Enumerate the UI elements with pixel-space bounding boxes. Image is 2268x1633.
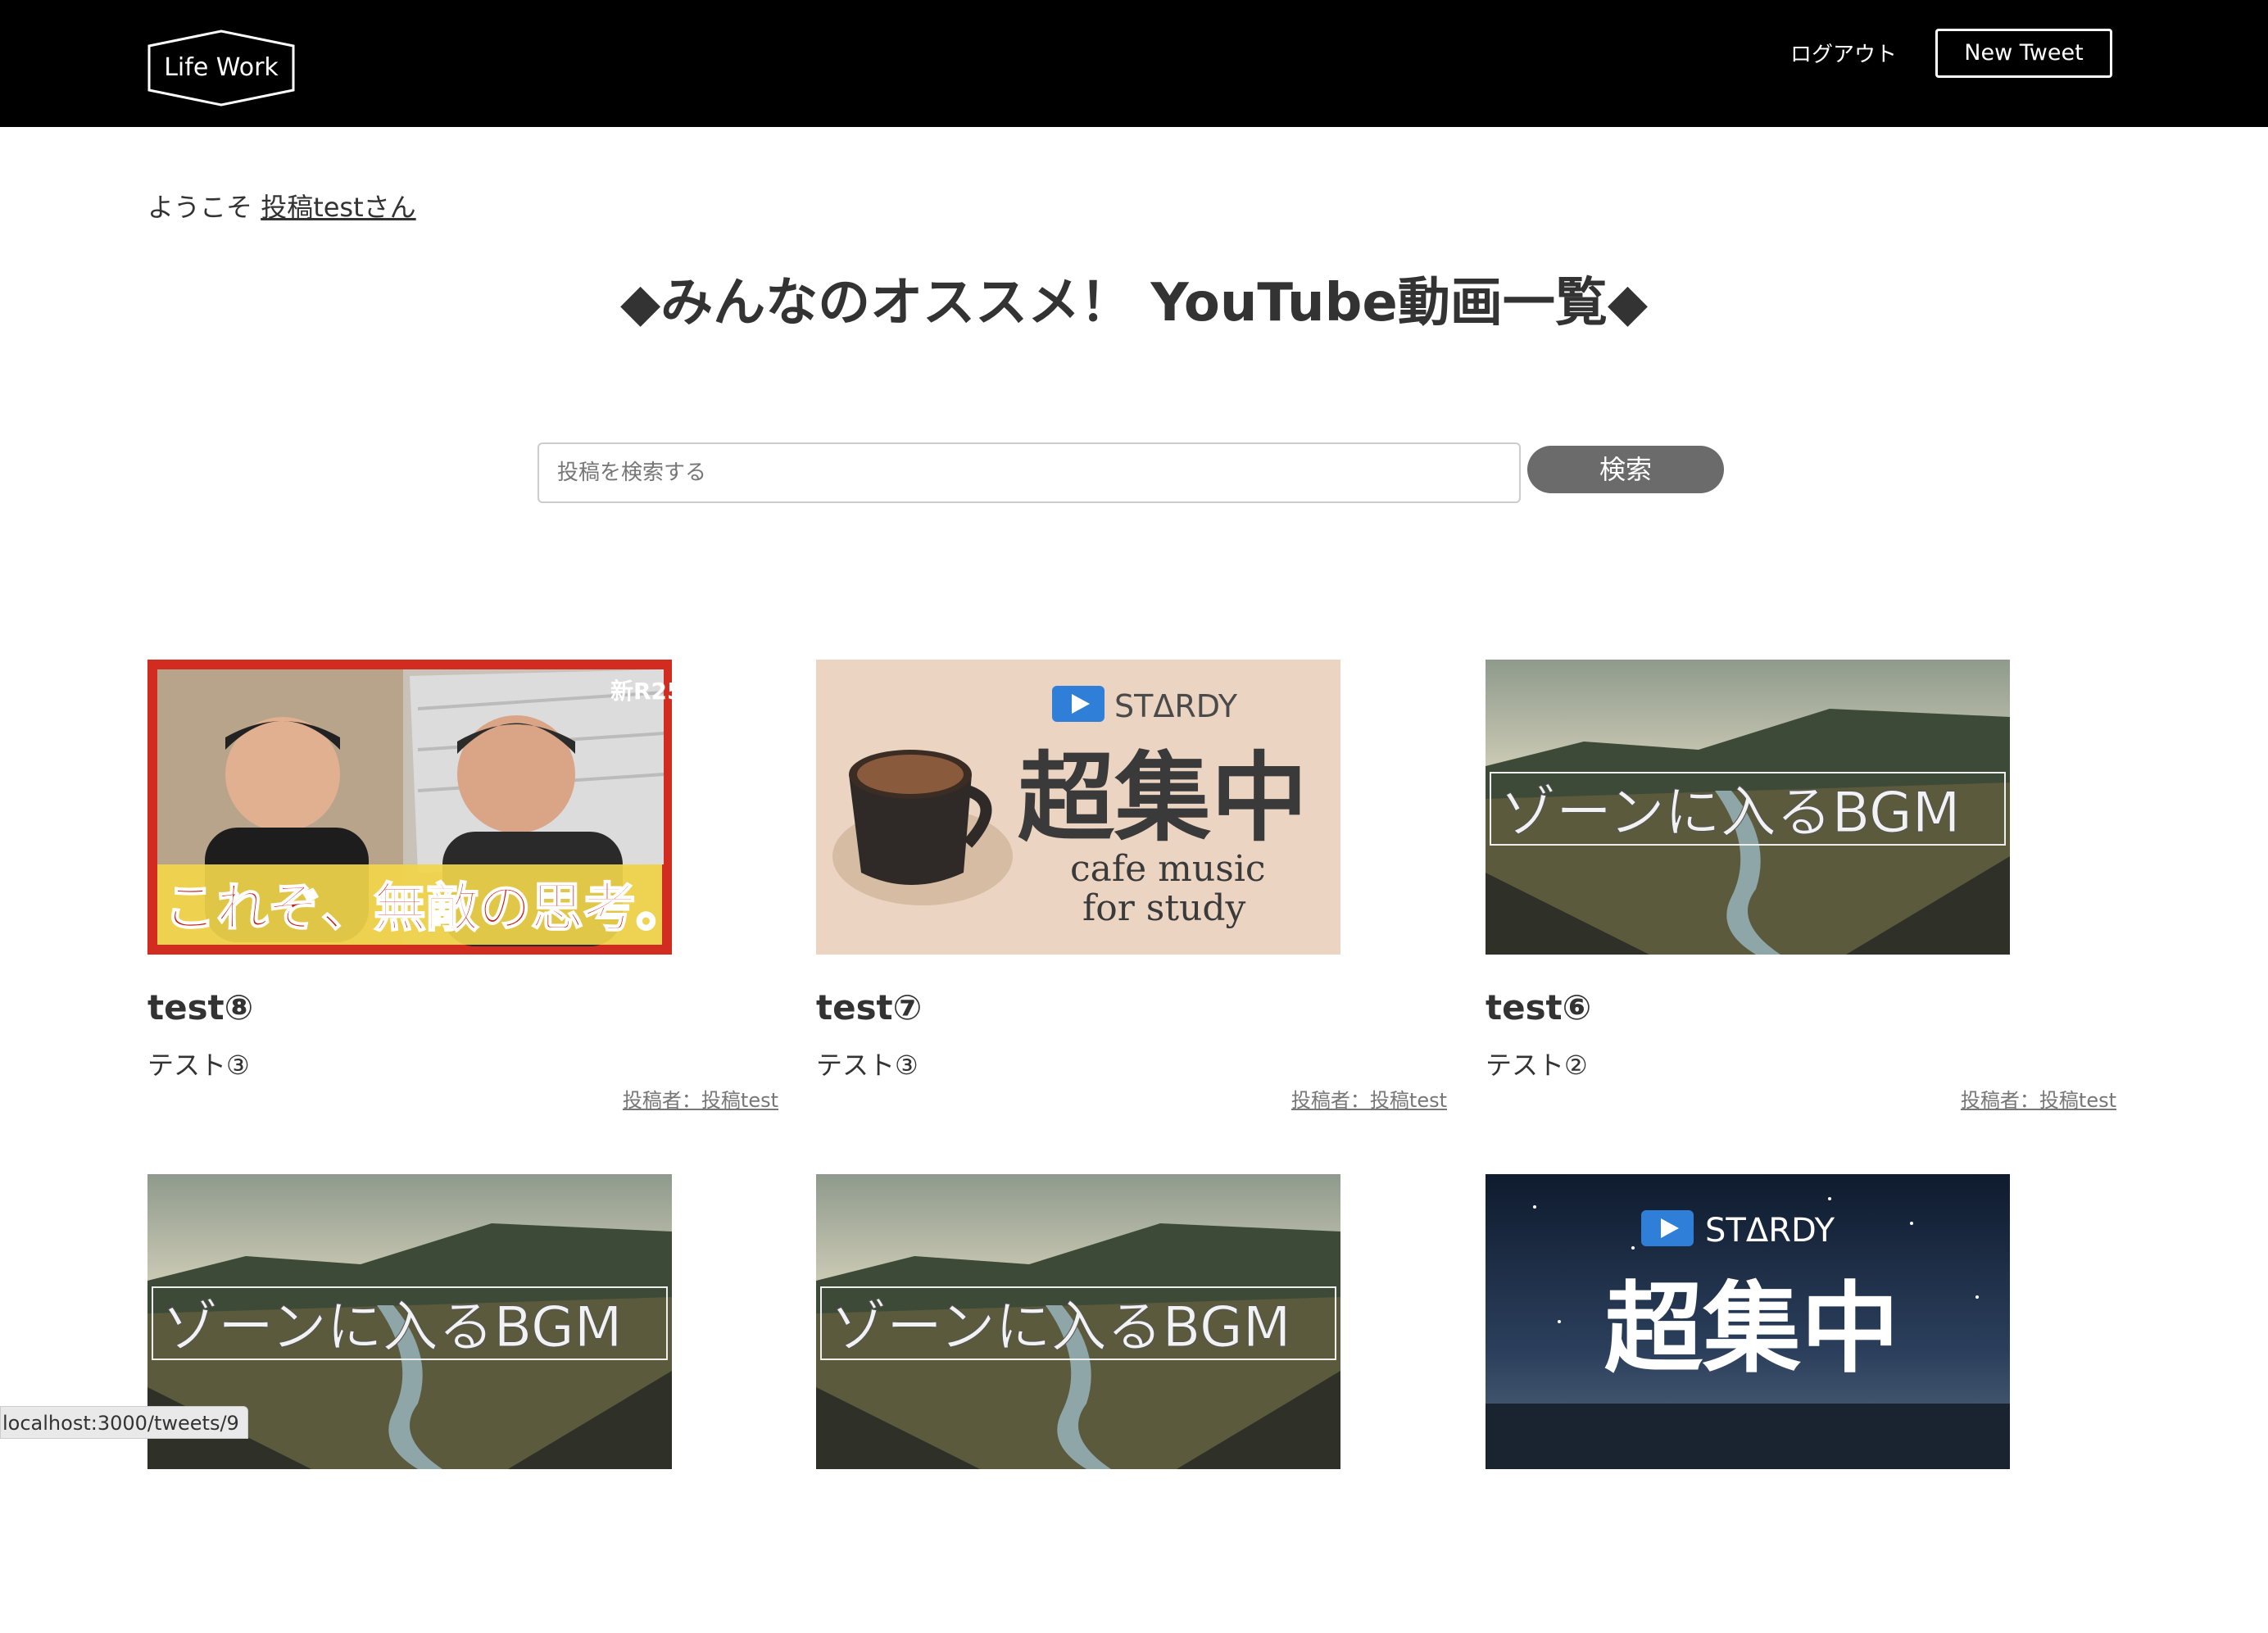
logout-link[interactable]: ログアウト [1770, 36, 1917, 74]
welcome-message: ようこそ 投稿testさん [147, 187, 416, 225]
card-description: テスト③ [147, 1050, 250, 1081]
tweet-card[interactable]: ゾーンに入るBGM test⑥ テスト② 投稿者：投稿test [1486, 660, 2116, 1118]
thumbnail-caption: ゾーンに入るBGM [831, 1295, 1290, 1360]
thumbnail-brand: STΔRDY [1114, 688, 1238, 724]
thumbnail-caption: これぞ、無敵の思考。 [164, 878, 672, 939]
card-author-link[interactable]: 投稿者：投稿test [1961, 1084, 2116, 1113]
tweet-card[interactable]: ゾーンに入るBGM [816, 1174, 1447, 1633]
new-tweet-button[interactable]: New Tweet [1935, 29, 2112, 78]
card-author-link[interactable]: 投稿者：投稿test [623, 1084, 778, 1113]
tweet-card[interactable]: STΔRDY 超集中 [1486, 1174, 2116, 1633]
card-author-link[interactable]: 投稿者：投稿test [1291, 1084, 1447, 1113]
thumbnail-caption: ゾーンに入るBGM [1500, 781, 1960, 846]
tweet-card[interactable]: STΔRDY 超集中 cafe music for study test⑦ テス… [816, 660, 1447, 1118]
welcome-prefix: ようこそ [147, 192, 253, 223]
tweet-card[interactable]: ゾーンに入るBGM [147, 1174, 778, 1633]
thumbnail-badge: 新R25 [610, 678, 672, 705]
card-title[interactable]: test⑧ [147, 987, 253, 1027]
search-input[interactable] [538, 442, 1521, 503]
video-thumbnail[interactable]: ゾーンに入るBGM [816, 1174, 1340, 1469]
site-logo[interactable]: Life Work [147, 29, 295, 107]
video-thumbnail[interactable]: 新R25 これぞ、無敵の思考。 [147, 660, 672, 955]
thumbnail-caption: ゾーンに入るBGM [162, 1295, 622, 1360]
thumbnail-brand: STΔRDY [1705, 1212, 1835, 1250]
browser-status-bar: localhost:3000/tweets/9 [0, 1406, 248, 1439]
thumbnail-heading: 超集中 [1604, 1272, 1899, 1386]
card-description: テスト② [1486, 1050, 1588, 1081]
card-title[interactable]: test⑥ [1486, 987, 1591, 1027]
video-thumbnail[interactable]: STΔRDY 超集中 [1486, 1174, 2010, 1469]
tweet-card[interactable]: 新R25 これぞ、無敵の思考。 test⑧ テスト③ 投稿者：投稿test [147, 660, 778, 1118]
card-description: テスト③ [816, 1050, 919, 1081]
page-title: ◆みんなのオススメ！ YouTube動画一覧◆ [619, 273, 1649, 333]
video-thumbnail[interactable]: ゾーンに入るBGM [1486, 660, 2010, 955]
card-title[interactable]: test⑦ [816, 987, 922, 1027]
thumbnail-heading: 超集中 [1018, 742, 1308, 855]
video-thumbnail[interactable]: STΔRDY 超集中 cafe music for study [816, 660, 1340, 955]
thumbnail-sub1: cafe music [1070, 848, 1266, 890]
thumbnail-sub2: for study [1082, 887, 1246, 929]
search-button[interactable]: 検索 [1527, 446, 1724, 493]
logo-text: Life Work [164, 53, 279, 82]
user-profile-link[interactable]: 投稿testさん [261, 192, 415, 223]
top-navbar: Life Work ログアウト New Tweet [0, 0, 2268, 127]
